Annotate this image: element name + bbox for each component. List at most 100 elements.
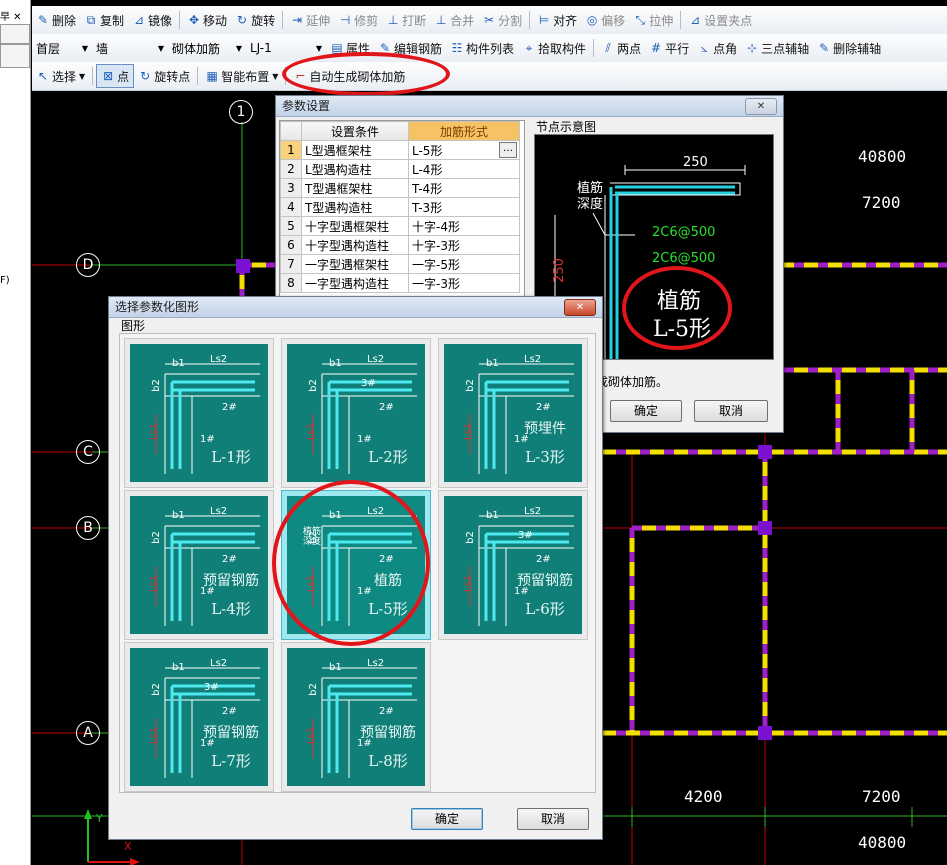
column-c2[interactable] <box>758 445 772 459</box>
table-row[interactable]: 8 一字型遇构造柱 一字-3形 <box>280 273 520 293</box>
table-row[interactable]: 5 十字型遇框架柱 十字-4形 <box>280 216 520 236</box>
split-button[interactable]: ✂ 分割 <box>478 9 526 31</box>
element-type-select[interactable]: 砌体加筋 ▼ <box>168 38 246 58</box>
condition-cell[interactable]: 一字型遇框架柱 <box>301 254 409 274</box>
shape-text: Ls2 <box>367 354 385 365</box>
form-cell[interactable]: T-3形 <box>408 197 520 217</box>
axis-bubble-1[interactable]: 1 <box>229 100 253 124</box>
pick-element-button[interactable]: ⌖ 拾取构件 <box>518 37 590 59</box>
column-b2[interactable] <box>758 521 772 535</box>
condition-cell[interactable]: L型遇框架柱 <box>301 140 409 160</box>
category-select[interactable]: 墙 ▼ <box>92 38 168 58</box>
table-row[interactable]: 2 L型遇构造柱 L-4形 <box>280 159 520 179</box>
form-cell[interactable]: 十字-4形 <box>408 216 520 236</box>
mirror-button[interactable]: ⊿ 镜像 <box>128 9 176 31</box>
parallel-button[interactable]: # 平行 <box>645 37 693 59</box>
pick-element-icon: ⌖ <box>525 41 533 55</box>
param-ok-button[interactable]: 确定 <box>610 400 682 422</box>
shape-option[interactable]: b1 Ls2 b2 Ls1 1# 2# 预留钢筋 L-8形 <box>281 642 431 792</box>
shape-option[interactable]: b1 Ls2 b2 Ls1 1# 2# 3# 预留钢筋 L-7形 <box>124 642 274 792</box>
shape-text: b1 <box>486 358 499 369</box>
delete-axis-button[interactable]: ✎ 删除辅轴 <box>813 37 885 59</box>
table-row[interactable]: 4 T型遇构造柱 T-3形 <box>280 197 520 217</box>
shape-text: b2 <box>150 531 162 544</box>
shape-option[interactable]: b1 Ls2 b2 Ls1 1# 2# 3# 预留钢筋 L-6形 <box>438 490 588 640</box>
axis-bubble-a[interactable]: A <box>76 721 100 745</box>
shape-text: Ls2 <box>524 354 542 365</box>
smart-layout-tool[interactable]: ▦ 智能布置 ▼ <box>201 65 282 87</box>
table-row[interactable]: 3 T型遇框架柱 T-4形 <box>280 178 520 198</box>
element-name-select[interactable]: LJ-1 ▼ <box>246 38 326 58</box>
form-cell[interactable]: T-4形 <box>408 178 520 198</box>
shape-ok-button[interactable]: 确定 <box>411 808 483 830</box>
axis-bubble-d[interactable]: D <box>76 253 100 277</box>
form-cell[interactable]: L-5形… <box>408 140 520 160</box>
shape-option[interactable]: b1 Ls2 b2 Ls1 1# 2# L-1形 <box>124 338 274 488</box>
grip-icon: ⊿ <box>690 13 701 27</box>
toolbar-label: 平行 <box>665 41 690 56</box>
table-row[interactable]: 7 一字型遇框架柱 一字-5形 <box>280 254 520 274</box>
shape-option[interactable]: b1 Ls2 b2 Ls1 1# 2# 3# L-2形 <box>281 338 431 488</box>
shape-option[interactable]: b1 Ls2 b2 Ls1 1# 2# 预留钢筋 L-4形 <box>124 490 274 640</box>
copy-button[interactable]: ⧉ 复制 <box>80 9 128 31</box>
condition-cell[interactable]: T型遇框架柱 <box>301 178 409 198</box>
table-row[interactable]: 6 十字型遇构造柱 十字-3形 <box>280 235 520 255</box>
merge-button[interactable]: ⊥ 合并 <box>430 9 478 31</box>
column-a2[interactable] <box>758 726 772 740</box>
toolbar-label: 延伸 <box>306 13 331 28</box>
axis-bubble-b[interactable]: B <box>76 516 100 540</box>
eraser-button[interactable]: ✎ 删除 <box>32 9 80 31</box>
rotate-button[interactable]: ↻ 旋转 <box>231 9 279 31</box>
align-button[interactable]: ⊨ 对齐 <box>533 9 581 31</box>
floor-select[interactable]: 首层 ▼ <box>32 38 92 58</box>
shape-text: 预留钢筋 <box>360 725 416 741</box>
offset-button[interactable]: ◎ 偏移 <box>581 9 629 31</box>
condition-cell[interactable]: L型遇构造柱 <box>301 159 409 179</box>
select-tool[interactable]: ↖ 选择 ▼ <box>32 65 89 87</box>
close-button[interactable]: ✕ <box>564 299 596 316</box>
panel-field[interactable] <box>0 24 30 44</box>
dimension-4200: 4200 <box>684 787 723 806</box>
rotate-point-tool[interactable]: ↻ 旋转点 <box>134 65 194 87</box>
trim-button[interactable]: ⊣ 修剪 <box>334 9 382 31</box>
ellipsis-button[interactable]: … <box>499 142 517 158</box>
form-cell[interactable]: 一字-3形 <box>408 273 520 293</box>
param-dialog-titlebar[interactable]: 参数设置 ✕ <box>276 96 783 117</box>
close-button[interactable]: ✕ <box>745 98 777 115</box>
condition-cell[interactable]: T型遇构造柱 <box>301 197 409 217</box>
toolbar-label: 移动 <box>203 13 228 28</box>
param-cancel-button[interactable]: 取消 <box>694 400 768 422</box>
shape-text: Ls2 <box>367 658 385 669</box>
shape-cancel-button[interactable]: 取消 <box>517 808 589 830</box>
condition-cell[interactable]: 十字型遇框架柱 <box>301 216 409 236</box>
move-button[interactable]: ✥ 移动 <box>183 9 231 31</box>
condition-column-header[interactable]: 设置条件 <box>301 121 409 141</box>
form-column-header[interactable]: 加筋形式 <box>408 121 520 141</box>
shape-dialog-titlebar[interactable]: 选择参数化图形 ✕ <box>109 297 602 318</box>
form-cell[interactable]: L-4形 <box>408 159 520 179</box>
preview-title: 节点示意图 <box>536 120 597 134</box>
grip-button[interactable]: ⊿ 设置夹点 <box>684 9 756 31</box>
dimension-40800-top: 40800 <box>858 147 907 166</box>
column-d1[interactable] <box>236 259 250 273</box>
point-tool[interactable]: ⊠ 点 <box>96 64 135 88</box>
preview-bar-label-1: 2C6@500 <box>652 225 716 240</box>
element-list-button[interactable]: ☷ 构件列表 <box>446 37 518 59</box>
form-cell[interactable]: 十字-3形 <box>408 235 520 255</box>
condition-cell[interactable]: 一字型遇构造柱 <box>301 273 409 293</box>
mirror-icon: ⊿ <box>134 13 145 27</box>
panel-header[interactable]: 早 ✕ <box>0 8 30 25</box>
condition-cell[interactable]: 十字型遇构造柱 <box>301 235 409 255</box>
extend-button[interactable]: ⇥ 延伸 <box>286 9 334 31</box>
panel-field-2[interactable] <box>0 44 30 68</box>
shape-text: Ls2 <box>210 658 228 669</box>
point-angle-button[interactable]: ⦣ 点角 <box>693 37 741 59</box>
stretch-button[interactable]: ⤡ 拉伸 <box>629 9 677 31</box>
break-button[interactable]: ⊥ 打断 <box>382 9 430 31</box>
form-cell[interactable]: 一字-5形 <box>408 254 520 274</box>
shape-option[interactable]: b1 Ls2 b2 Ls1 1# 2# 预埋件 L-3形 <box>438 338 588 488</box>
table-row[interactable]: 1 L型遇框架柱 L-5形… <box>280 140 520 160</box>
axis-bubble-c[interactable]: C <box>76 440 100 464</box>
three-point-axis-button[interactable]: ⊹ 三点辅轴 <box>741 37 813 59</box>
two-point-button[interactable]: ⫽ 两点 <box>597 37 645 59</box>
